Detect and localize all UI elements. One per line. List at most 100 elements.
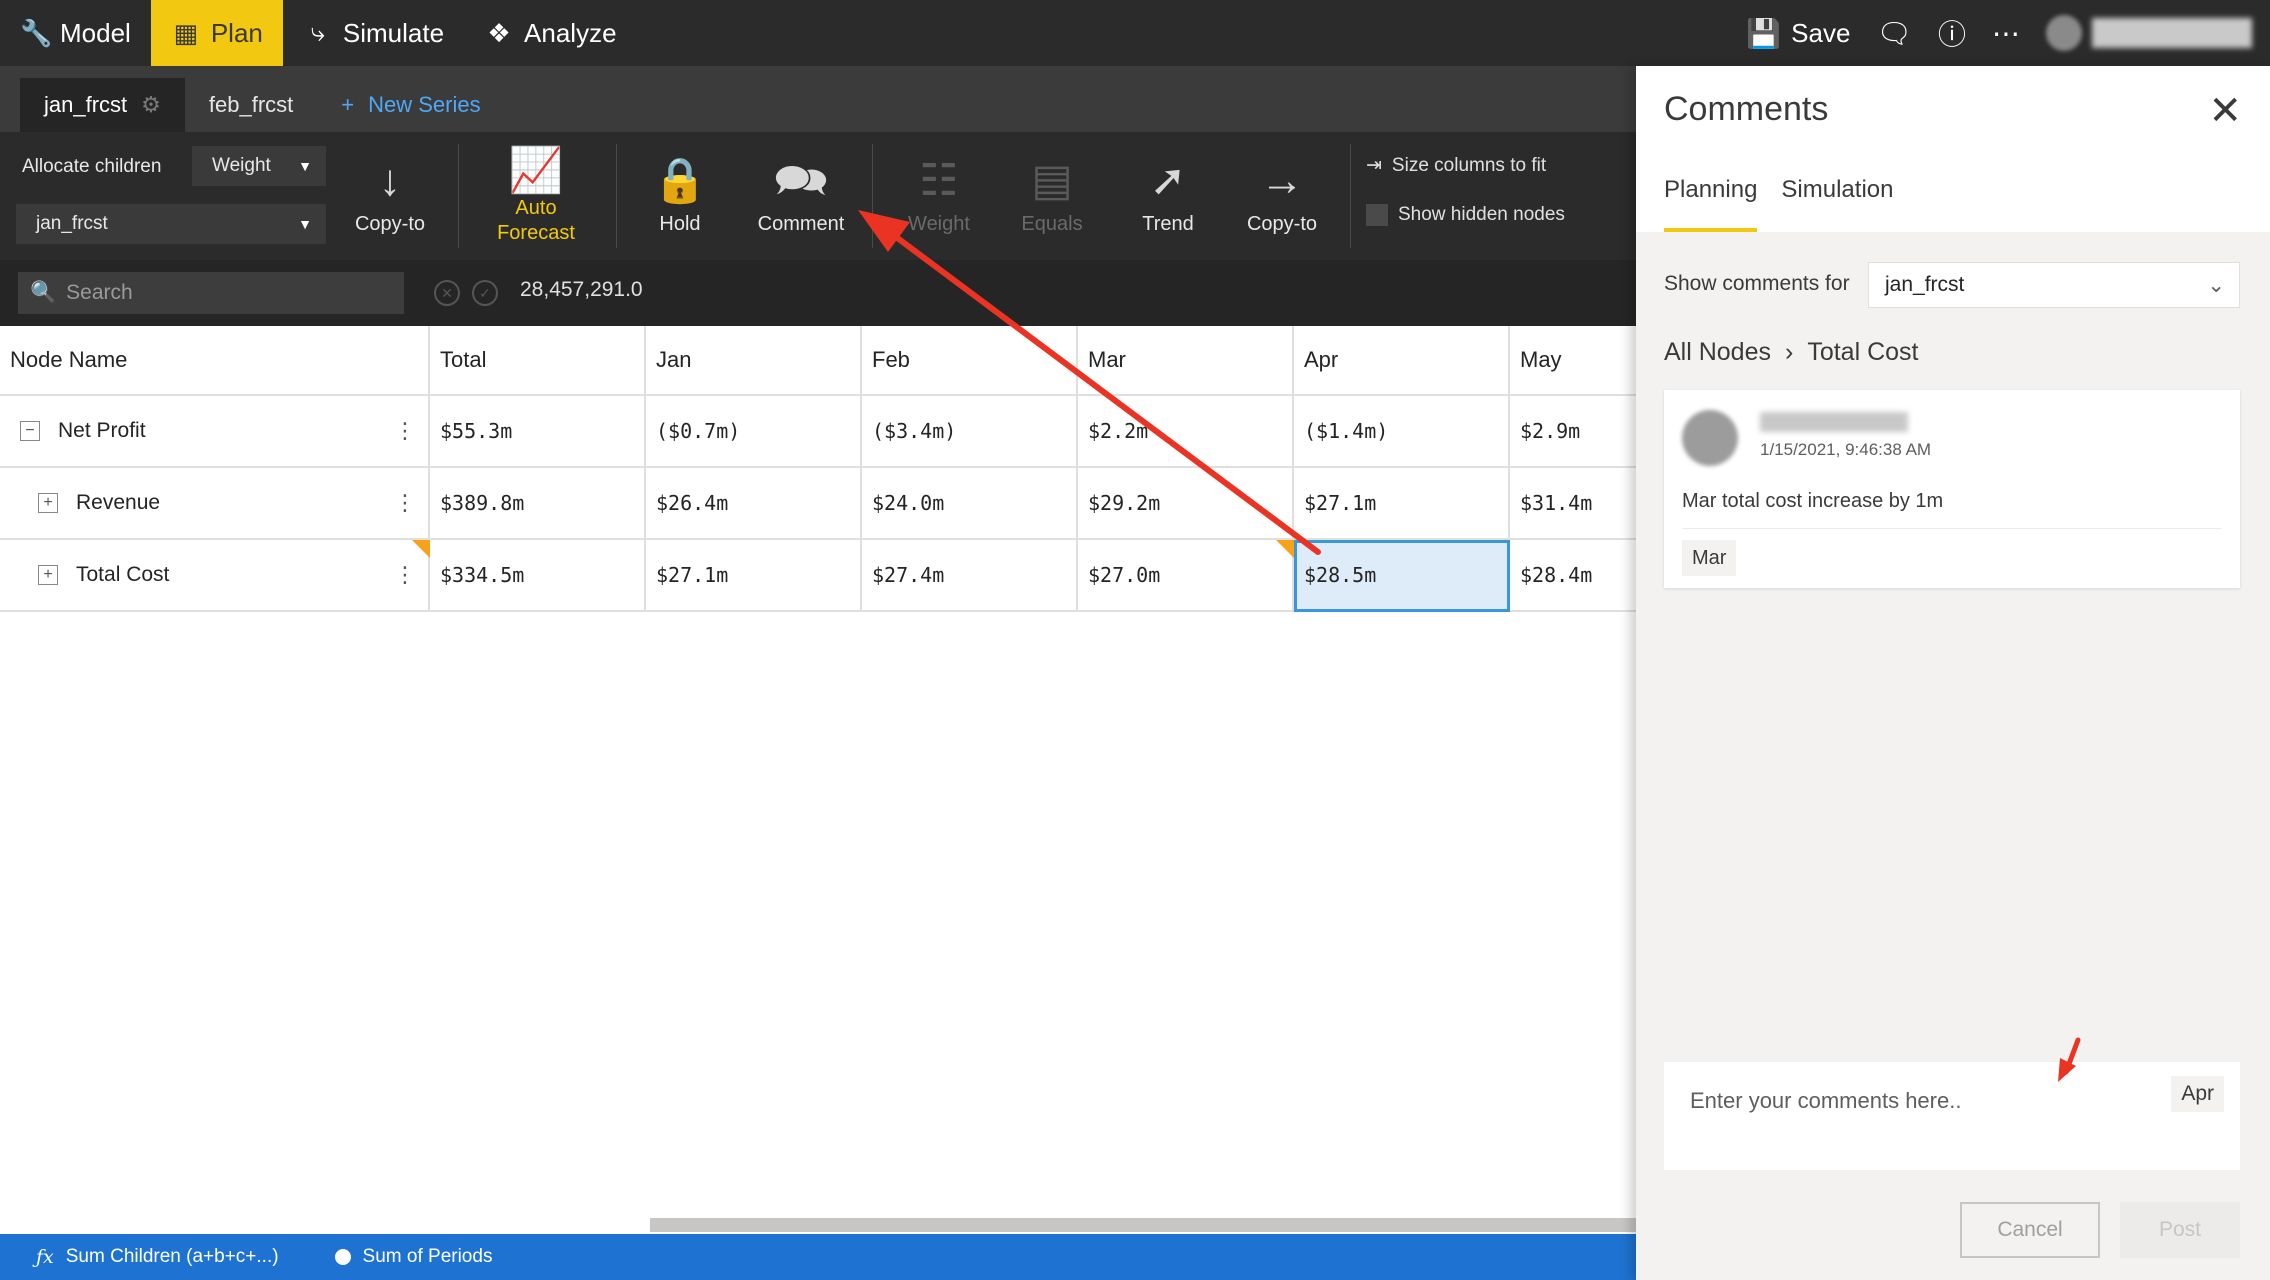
column-header[interactable]: Feb [862, 326, 1078, 396]
cell-value: $389.8m [440, 491, 525, 515]
value-cell[interactable]: ($3.4m) [862, 396, 1078, 468]
post-button[interactable]: Post [2120, 1202, 2240, 1258]
nav-analyze[interactable]: ❖ Analyze [464, 0, 637, 66]
new-series-button[interactable]: + New Series [317, 78, 504, 132]
user-avatar [2046, 15, 2082, 51]
confirm-edit-icon[interactable]: ✓ [472, 280, 498, 306]
column-header-label: Total [440, 347, 487, 372]
value-cell[interactable]: $27.1m [646, 540, 862, 612]
cancel-button[interactable]: Cancel [1960, 1202, 2100, 1258]
value-cell[interactable]: ($1.4m) [1294, 396, 1510, 468]
status-bar: ƒx Sum Children (a+b+c+...) Sum of Perio… [0, 1234, 1640, 1280]
comment-icon: 🗪 [773, 155, 829, 205]
collapse-icon[interactable]: − [20, 421, 40, 441]
cell-value: $55.3m [440, 419, 513, 443]
value-cell[interactable]: $55.3m [430, 396, 646, 468]
trend-button[interactable]: ➚ Trend [1118, 132, 1218, 260]
node-cell[interactable]: − Net Profit ⋮ [0, 396, 430, 468]
more-icon: ⋯ [1992, 17, 2020, 49]
copy-to-label: Copy-to [1246, 212, 1318, 235]
copy-to-down-button[interactable]: ↓ Copy-to [340, 132, 440, 260]
cancel-edit-icon[interactable]: ✕ [434, 280, 460, 306]
gear-icon[interactable]: ⚙ [141, 92, 161, 118]
series-tab-jan[interactable]: jan_frcst ⚙ [20, 78, 185, 132]
value-cell[interactable]: ($0.7m) [646, 396, 862, 468]
column-header[interactable]: May [1510, 326, 1640, 396]
more-button[interactable]: ⋯ [1992, 17, 2020, 50]
hold-button[interactable]: 🔒 Hold [630, 132, 730, 260]
value-cell[interactable]: $27.0m [1078, 540, 1294, 612]
show-hidden-checkbox[interactable] [1366, 204, 1388, 226]
cell-value: $26.4m [656, 491, 729, 515]
value-cell[interactable]: $389.8m [430, 468, 646, 540]
breadcrumb-current: Total Cost [1807, 338, 1919, 366]
formula-value[interactable]: 28,457,291.0 [520, 278, 643, 302]
nav-model[interactable]: 🔧 Model [0, 0, 151, 66]
nav-plan[interactable]: ▦ Plan [150, 0, 283, 66]
comment-input[interactable]: Enter your comments here.. Apr [1664, 1062, 2240, 1170]
expand-icon[interactable]: + [38, 493, 58, 513]
allocate-method-dropdown[interactable]: Weight ▼ [192, 146, 326, 186]
size-columns-button[interactable]: ⇥ Size columns to fit [1366, 154, 1546, 177]
periods-status[interactable]: Sum of Periods [334, 1246, 493, 1268]
periods-status-label: Sum of Periods [362, 1246, 493, 1267]
nav-simulate[interactable]: ⤷ Simulate [283, 0, 464, 66]
nav-label: Analyze [524, 17, 617, 48]
show-comments-label: Show comments for [1664, 272, 1850, 295]
selected-value-cell[interactable]: $28.5m [1294, 540, 1510, 612]
horizontal-scrollbar[interactable] [650, 1218, 1640, 1232]
comment-flag-icon [1276, 540, 1294, 558]
expand-icon[interactable]: + [38, 565, 58, 585]
value-cell[interactable]: $27.1m [1294, 468, 1510, 540]
value-cell[interactable]: $27.4m [862, 540, 1078, 612]
series-dropdown[interactable]: jan_frcst ▼ [16, 204, 326, 244]
comment-period-tag[interactable]: Mar [1682, 540, 1737, 576]
formula-status[interactable]: ƒx Sum Children (a+b+c+...) [36, 1246, 279, 1268]
show-comments-dropdown[interactable]: jan_frcst ⌄ [1868, 262, 2240, 308]
comment-input-period-tag[interactable]: Apr [2171, 1076, 2224, 1112]
comment-button[interactable]: 🗪 Comment [746, 132, 856, 260]
value-cell[interactable]: $29.2m [1078, 468, 1294, 540]
value-cell[interactable]: $26.4m [646, 468, 862, 540]
value-cell[interactable]: $334.5m [430, 540, 646, 612]
column-header[interactable]: Jan [646, 326, 862, 396]
tab-simulation[interactable]: Simulation [1781, 176, 1893, 232]
comment-date: 1/15/2021, 9:46:38 AM [1760, 440, 1932, 459]
search-input[interactable]: 🔍 Search [18, 272, 404, 314]
column-header-label: Node Name [10, 347, 128, 372]
value-cell[interactable]: $24.0m [862, 468, 1078, 540]
allocate-method-value: Weight [212, 155, 271, 176]
weight-button[interactable]: ☷ Weight [884, 132, 994, 260]
equals-button[interactable]: ▤ Equals [1002, 132, 1102, 260]
node-menu-icon[interactable]: ⋮ [394, 492, 416, 514]
node-menu-icon[interactable]: ⋮ [394, 564, 416, 586]
comment-icon: 🗨 [1876, 17, 1912, 49]
auto-forecast-button[interactable]: 📈 Auto Forecast [476, 132, 596, 260]
close-icon[interactable]: ✕ [2208, 88, 2242, 134]
breadcrumb: All Nodes › Total Cost [1664, 338, 1919, 367]
node-menu-icon[interactable]: ⋮ [394, 420, 416, 442]
column-header[interactable]: Total [430, 326, 646, 396]
copy-to-right-button[interactable]: → Copy-to [1232, 132, 1332, 260]
column-header[interactable]: Mar [1078, 326, 1294, 396]
telescope-icon: ❖ [487, 17, 511, 48]
value-cell[interactable]: $2.9m [1510, 396, 1640, 468]
value-cell[interactable]: $31.4m [1510, 468, 1640, 540]
node-cell[interactable]: + Total Cost ⋮ [0, 540, 430, 612]
user-menu[interactable] [2046, 15, 2252, 51]
breadcrumb-root[interactable]: All Nodes [1664, 338, 1771, 367]
save-button[interactable]: 💾 Save [1746, 17, 1850, 50]
comment-text: Mar total cost increase by 1m [1682, 490, 1944, 512]
column-header[interactable]: Node Name [0, 326, 430, 396]
comments-button[interactable]: 🗨 [1876, 17, 1912, 50]
column-header[interactable]: Apr [1294, 326, 1510, 396]
tab-planning[interactable]: Planning [1664, 176, 1758, 232]
show-hidden-toggle[interactable]: Show hidden nodes [1366, 204, 1565, 226]
help-button[interactable]: ⓘ [1938, 13, 1966, 53]
value-cell[interactable]: $2.2m [1078, 396, 1294, 468]
value-cell[interactable]: $28.4m [1510, 540, 1640, 612]
grid-icon: ▦ [173, 17, 199, 48]
node-cell[interactable]: + Revenue ⋮ [0, 468, 430, 540]
series-tab-feb[interactable]: feb_frcst [185, 78, 317, 132]
top-nav: 🔧 Model ▦ Plan ⤷ Simulate ❖ Analyze 💾 Sa… [0, 0, 2270, 66]
